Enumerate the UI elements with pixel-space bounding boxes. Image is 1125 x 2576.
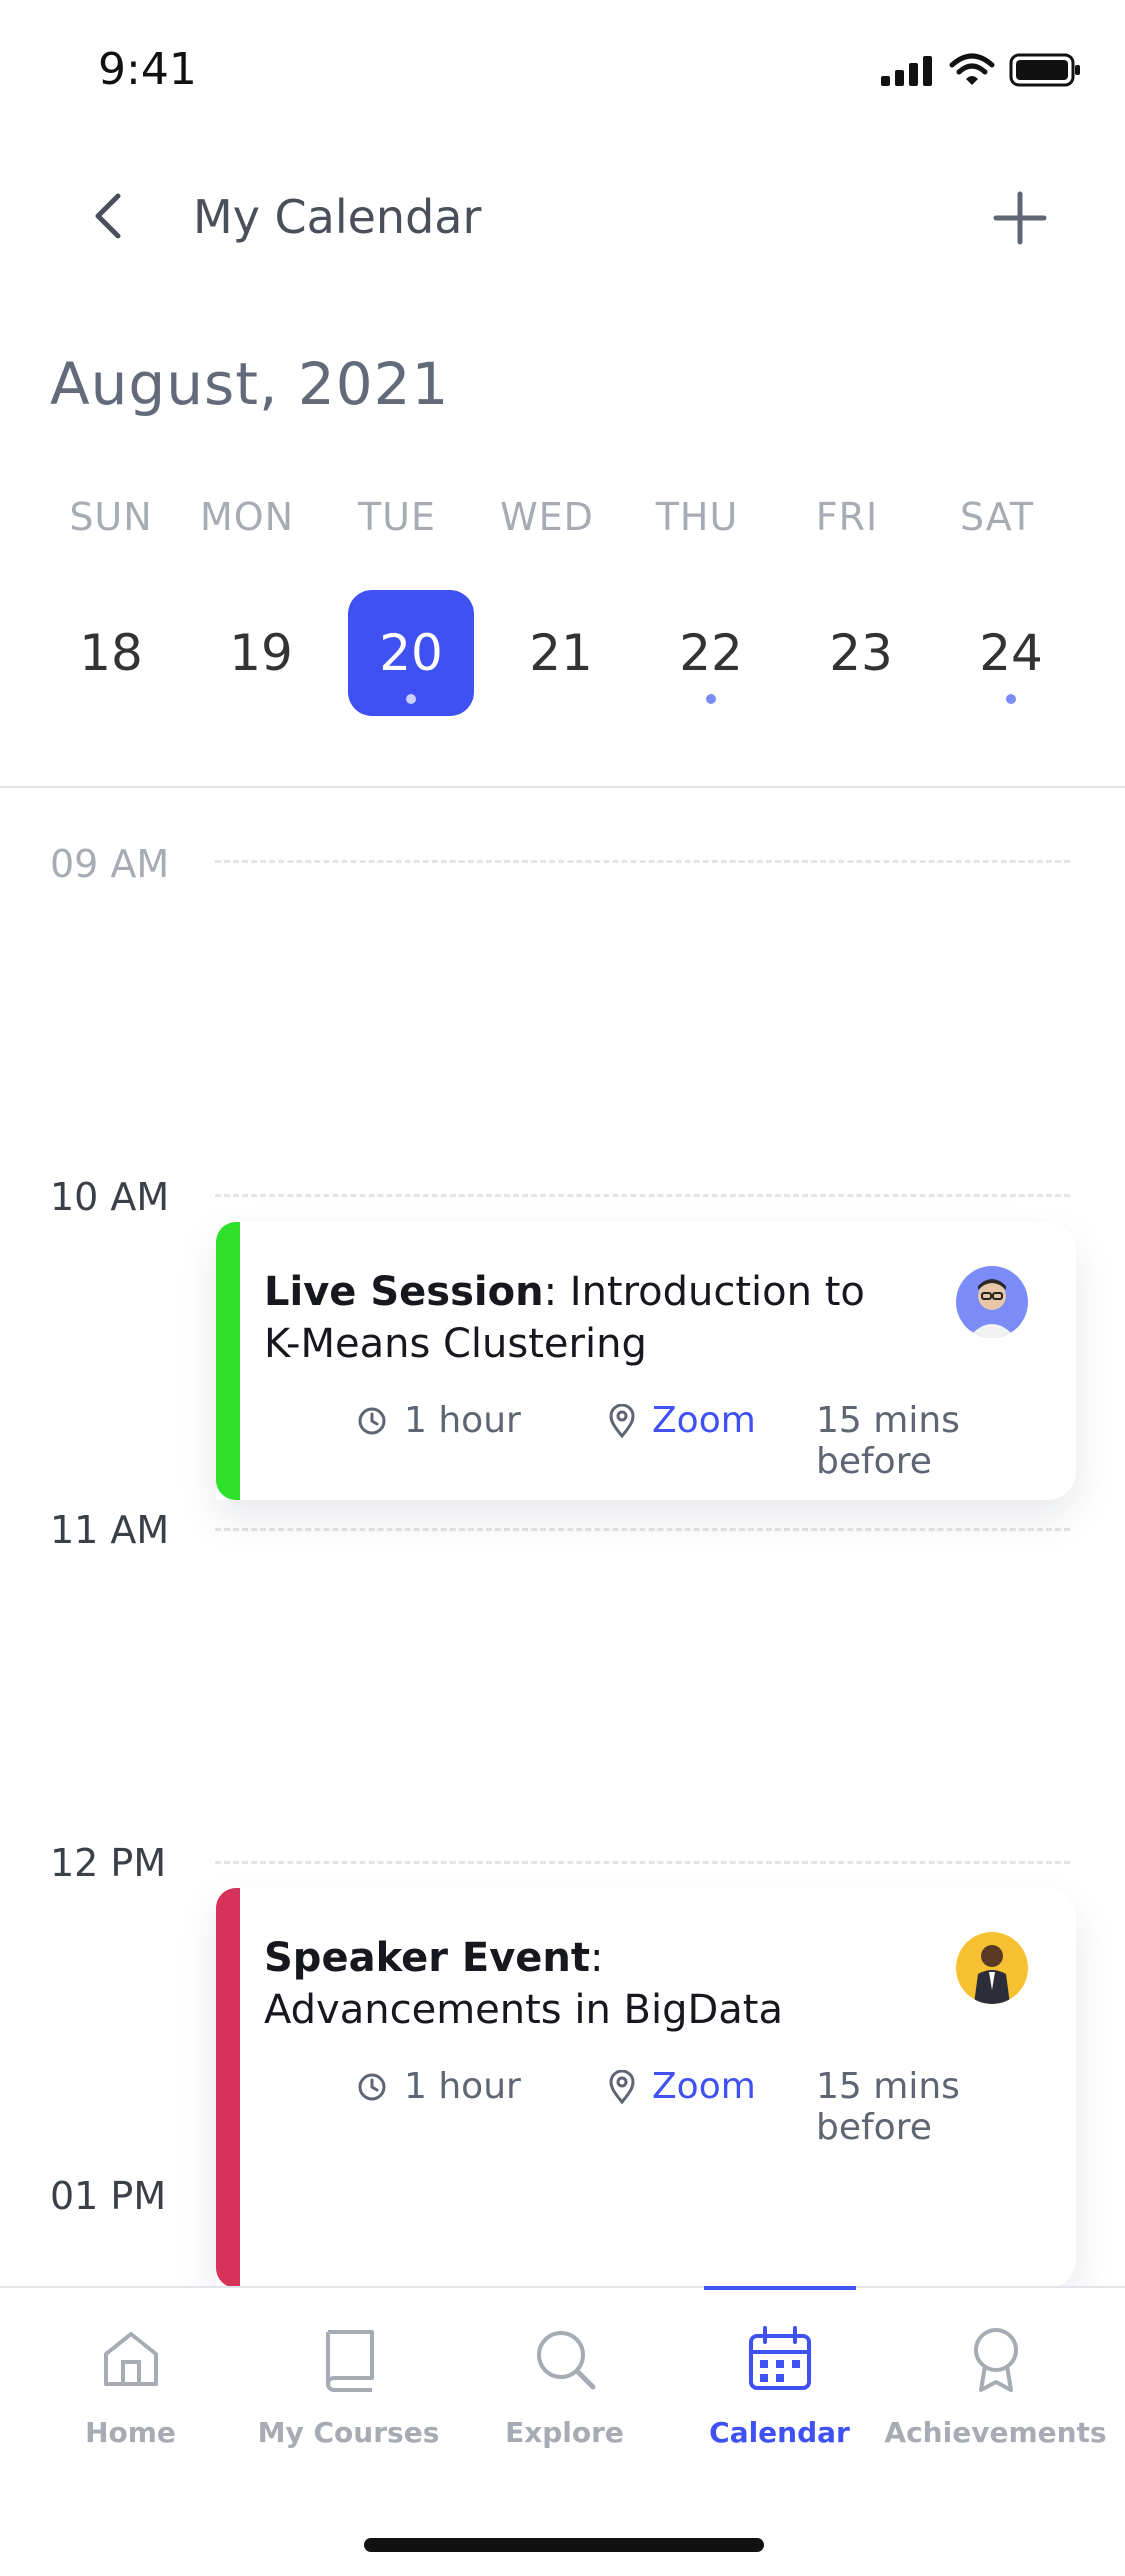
weekday-label: THU [655,495,739,539]
home-indicator [364,2538,764,2552]
cellular-signal-icon [881,56,932,86]
event-reminder: 15 mins before [816,2066,1076,2148]
day-number: 19 [229,624,293,682]
event-duration: 1 hour [356,1400,521,1441]
event-color-bar [216,1888,240,2288]
event-color-bar [216,1222,240,1500]
day-cell[interactable]: 18 [48,590,174,716]
day-cell[interactable]: 21 [498,590,624,716]
day-number: 22 [679,624,743,682]
event-title-separator: : [543,1269,570,1315]
event-dot [406,694,416,704]
event-title: Speaker Event: Advancements in BigData [264,1932,904,2036]
divider [0,786,1125,788]
tab-home[interactable]: Home [18,2288,243,2488]
avatar [956,1932,1028,2004]
tab-explore[interactable]: Explore [452,2288,677,2488]
tab-label: Calendar [709,2416,850,2449]
person-glasses-avatar-icon [956,1266,1028,1338]
tab-label: Explore [505,2416,624,2449]
status-time: 9:41 [98,44,197,95]
weekday-label: WED [500,495,594,539]
event-reminder: 15 mins before [816,1400,1076,1482]
location-pin-icon [609,2069,635,2104]
bottom-nav: Home My Courses Explore Calendar Achieve… [0,2286,1125,2576]
weekday-label: SUN [69,495,153,539]
hour-label: 10 AM [50,1175,170,1219]
day-number: 18 [79,624,143,682]
event-reminder-text: 15 mins before [816,2066,960,2148]
avatar [956,1266,1028,1338]
month-label: August, 2021 [50,350,450,418]
hour-label: 11 AM [50,1508,170,1552]
hour-line [215,1194,1070,1197]
event-dot [1006,694,1016,704]
day-number: 24 [979,624,1043,682]
weekday-label: FRI [815,495,879,539]
hour-line [215,860,1070,863]
day-cell[interactable]: 22 [648,590,774,716]
day-number: 20 [379,624,443,682]
weekday-label: TUE [357,495,437,539]
event-duration: 1 hour [356,2066,521,2107]
hour-label: 09 AM [50,842,170,886]
back-button[interactable] [88,188,128,244]
tab-calendar[interactable]: Calendar [667,2288,892,2488]
plus-icon [993,191,1047,245]
award-icon [973,2328,1018,2392]
event-title-separator: : [590,1935,604,1981]
home-icon [103,2332,158,2386]
hour-line [215,1528,1070,1531]
event-type: Live Session [264,1269,544,1315]
event-type: Speaker Event [264,1935,590,1981]
event-duration-text: 1 hour [404,1400,521,1441]
event-name: Advancements in BigData [264,1987,783,2033]
hour-line [215,1861,1070,1864]
weekday-label: SAT [959,495,1035,539]
hour-label: 12 PM [50,1841,167,1885]
event-title: Live Session: Introduction to K-Means Cl… [264,1266,904,1370]
event-location: Zoom [608,1400,756,1441]
book-icon [325,2330,374,2392]
day-number: 23 [829,624,893,682]
person-suit-avatar-icon [956,1932,1028,2004]
weekday-label: MON [199,495,295,539]
hour-label: 01 PM [50,2174,167,2218]
day-cell[interactable]: 19 [198,590,324,716]
chevron-left-icon [95,193,121,239]
event-duration-text: 1 hour [404,2066,521,2107]
clock-icon [358,1407,386,1434]
tab-achievements[interactable]: Achievements [883,2288,1108,2488]
day-cell[interactable]: 23 [798,590,924,716]
event-card[interactable]: Live Session: Introduction to K-Means Cl… [216,1222,1076,1500]
wifi-icon [949,53,995,85]
event-location-link[interactable]: Zoom [652,1400,756,1441]
event-dot [706,694,716,704]
clock-icon [358,2073,386,2100]
weekday-row: SUN MON TUE WED THU FRI SAT [50,495,1075,539]
day-row: 18 19 20 21 22 23 24 [50,590,1075,720]
event-reminder-text: 15 mins before [816,1400,960,1482]
event-location: Zoom [608,2066,756,2107]
tab-label: Home [85,2416,176,2449]
search-icon [536,2331,595,2390]
status-icons [881,52,1081,88]
location-pin-icon [609,1403,635,1438]
page-title: My Calendar [193,190,482,244]
tab-label: Achievements [884,2416,1107,2449]
calendar-icon [748,2326,811,2390]
day-cell-selected[interactable]: 20 [348,590,474,716]
event-card[interactable]: Speaker Event: Advancements in BigData 1… [216,1888,1076,2288]
battery-icon [1009,53,1080,87]
add-event-button[interactable] [990,188,1050,248]
day-number: 21 [529,624,593,682]
tab-label: My Courses [257,2416,440,2449]
tab-my-courses[interactable]: My Courses [236,2288,461,2488]
event-location-link[interactable]: Zoom [652,2066,756,2107]
day-cell[interactable]: 24 [948,590,1074,716]
